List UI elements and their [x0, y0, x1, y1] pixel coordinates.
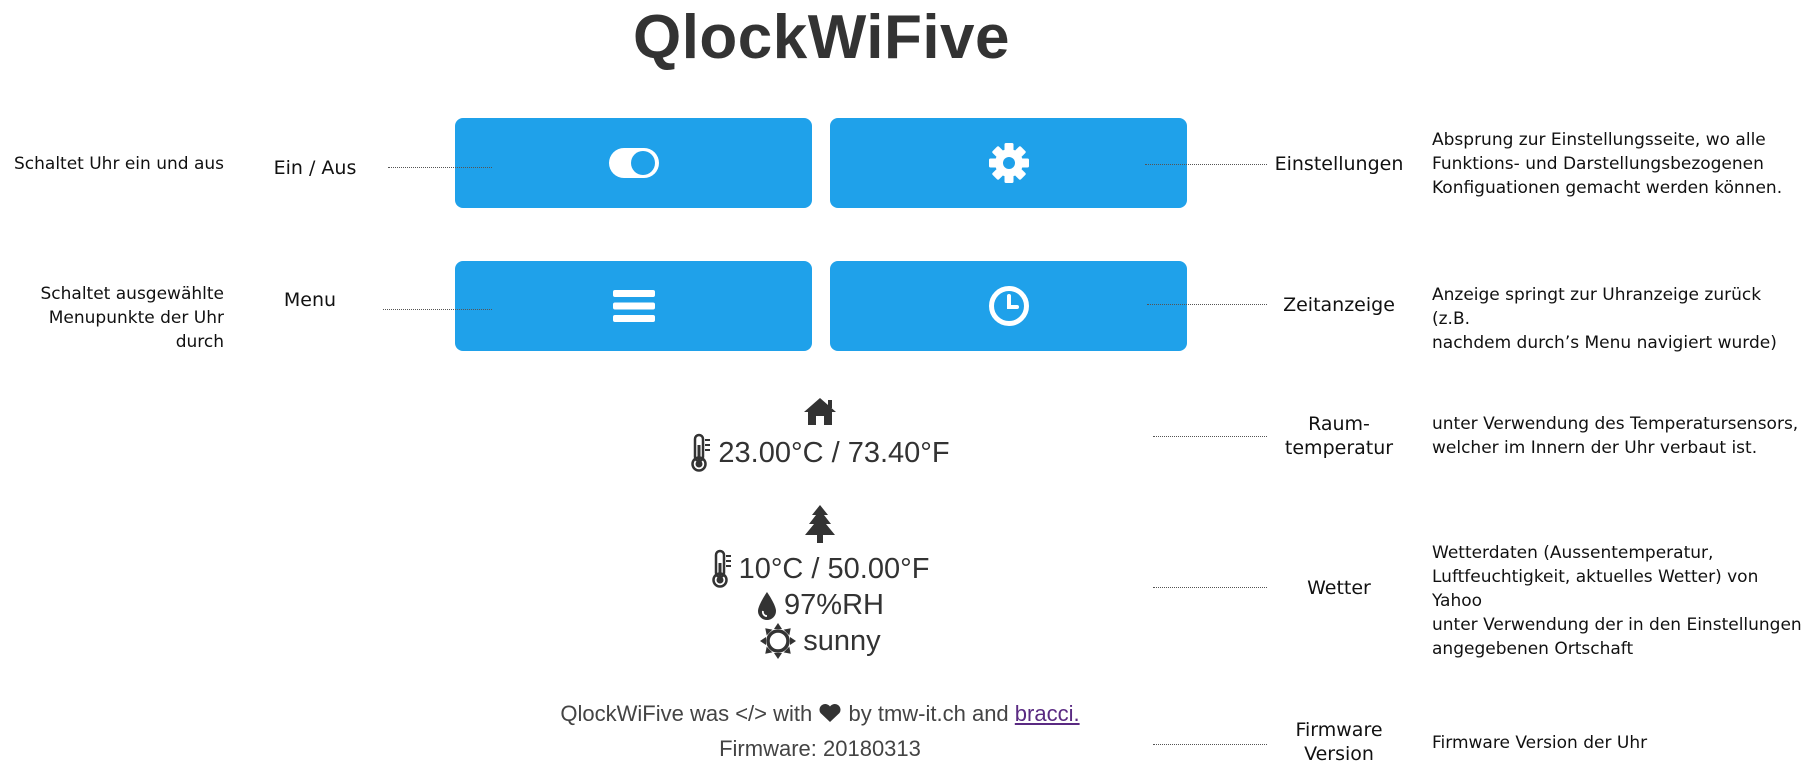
room-label-line: temperatur: [1284, 437, 1394, 459]
clock-description-line: Anzeige springt zur Uhranzeige zurück (z…: [1432, 285, 1762, 329]
firmware-label: Firmware Version: [1270, 718, 1408, 766]
menu-description-line: Schaltet ausgewählte: [40, 284, 225, 304]
menu-bars-icon: [612, 290, 655, 322]
settings-label: Einstellungen: [1274, 153, 1404, 175]
room-block: 23.00°C / 73.40°F: [620, 396, 1020, 473]
page-title: QlockWiFive: [632, 3, 1011, 72]
weather-condition-value: sunny: [803, 624, 881, 657]
menu-description: Schaltet ausgewählte Menupunkte der Uhr …: [0, 282, 225, 354]
weather-condition-row: sunny: [620, 622, 1020, 660]
firmware-description: Firmware Version der Uhr: [1432, 733, 1648, 753]
menu-label: Menu: [283, 289, 337, 311]
thermometer-icon: [711, 549, 731, 588]
credit-line: QlockWiFive was </> with by tmw-it.ch an…: [520, 701, 1120, 727]
credit-middle: by tmw-it.ch and: [848, 701, 1009, 726]
room-description-line: welcher im Innern der Uhr verbaut ist.: [1432, 438, 1758, 458]
weather-description-line: Wetterdaten (Aussentemperatur,: [1432, 543, 1714, 563]
room-description: unter Verwendung des Temperatursensors, …: [1432, 412, 1802, 460]
settings-description: Absprung zur Einstellungsseite, wo alle …: [1432, 128, 1802, 200]
weather-leader-line: [1153, 587, 1267, 588]
power-toggle-button[interactable]: [455, 118, 812, 208]
credit-prefix: QlockWiFive was </> with: [560, 701, 813, 726]
weather-description-line: unter Verwendung der in den Einstellunge…: [1432, 615, 1802, 635]
room-label-line: Raum-: [1308, 413, 1370, 435]
settings-leader-line: [1145, 164, 1267, 165]
settings-description-line: Konfiguationen gemacht werden können.: [1432, 178, 1783, 198]
weather-humidity-value: 97%RH: [784, 589, 884, 621]
weather-description: Wetterdaten (Aussentemperatur, Luftfeuch…: [1432, 541, 1802, 661]
weather-block: 10°C / 50.00°F 97%RH sunny: [620, 504, 1020, 660]
sun-icon: [760, 623, 797, 659]
menu-leader-line: [383, 309, 492, 310]
weather-description-line: Luftfeuchtigkeit, aktuelles Wetter) von …: [1432, 567, 1759, 611]
tree-icon: [805, 505, 835, 543]
droplet-icon: [758, 591, 777, 620]
room-temperature-row: 23.00°C / 73.40°F: [620, 433, 1020, 473]
menu-description-line: Menupunkte der Uhr durch: [48, 308, 224, 352]
power-leader-line: [388, 167, 492, 168]
clock-description: Anzeige springt zur Uhranzeige zurück (z…: [1432, 283, 1802, 355]
bracci-link[interactable]: bracci.: [1015, 701, 1080, 726]
clock-description-line: nachdem durch’s Menu navigiert wurde): [1432, 333, 1777, 353]
weather-temperature-value: 10°C / 50.00°F: [738, 552, 930, 585]
settings-description-line: Absprung zur Einstellungsseite, wo alle: [1432, 130, 1766, 150]
power-description: Schaltet Uhr ein und aus: [13, 154, 224, 174]
weather-label: Wetter: [1307, 577, 1371, 599]
weather-temperature-row: 10°C / 50.00°F: [620, 549, 1020, 589]
room-leader-line: [1153, 436, 1267, 437]
thermometer-icon: [691, 433, 711, 472]
weather-description-line: angegebenen Ortschaft: [1432, 639, 1634, 659]
clock-label: Zeitanzeige: [1283, 294, 1395, 316]
clock-button[interactable]: [830, 261, 1187, 351]
clock-leader-line: [1147, 304, 1267, 305]
home-icon: [804, 398, 836, 425]
settings-description-line: Funktions- und Darstellungsbezogenen: [1432, 154, 1764, 174]
gear-icon: [988, 143, 1029, 183]
firmware-version-text: Firmware: 20180313: [719, 736, 921, 761]
room-label: Raum- temperatur: [1270, 412, 1408, 460]
firmware-leader-line: [1153, 744, 1267, 745]
power-label: Ein / Aus: [273, 157, 357, 179]
menu-button[interactable]: [455, 261, 812, 351]
heart-icon: [819, 703, 841, 722]
clock-icon: [988, 286, 1029, 326]
settings-button[interactable]: [830, 118, 1187, 208]
firmware-label-line: Version: [1304, 743, 1374, 765]
firmware-label-line: Firmware: [1295, 719, 1383, 741]
room-temperature-value: 23.00°C / 73.40°F: [718, 436, 950, 469]
toggle-on-icon: [608, 148, 659, 178]
room-description-line: unter Verwendung des Temperatursensors,: [1432, 414, 1799, 434]
weather-humidity-row: 97%RH: [620, 589, 1020, 622]
